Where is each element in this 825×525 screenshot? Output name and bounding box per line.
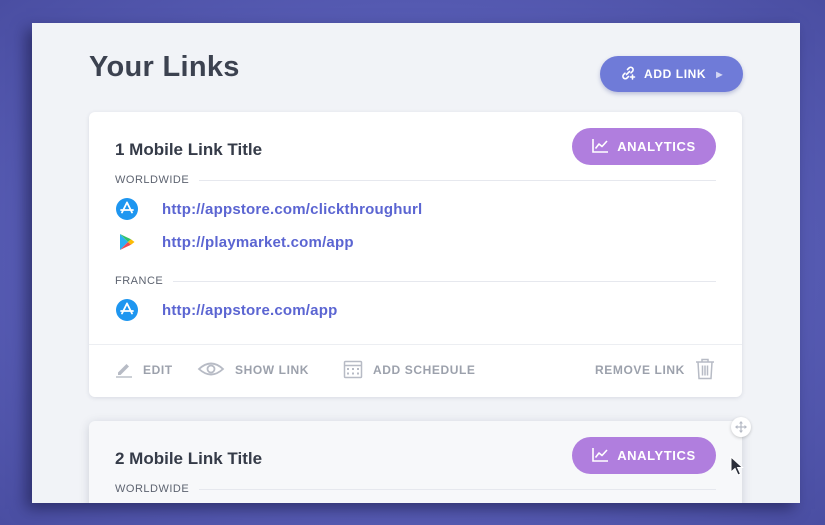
show-link-label: SHOW LINK	[235, 363, 310, 377]
store-link[interactable]: http://playmarket.com/app	[162, 234, 354, 251]
add-link-label: ADD LINK	[644, 67, 707, 81]
analytics-button[interactable]: ANALYTICS	[572, 128, 716, 165]
link-row: http://appstore.com/clickthroughurl	[115, 196, 422, 222]
region-divider	[173, 280, 716, 282]
page-title: Your Links	[89, 51, 240, 83]
region-name: WORLDWIDE	[115, 483, 190, 495]
region-name: WORLDWIDE	[115, 174, 190, 186]
google-play-icon	[115, 230, 139, 254]
add-schedule-button[interactable]: ADD SCHEDULE	[343, 350, 476, 390]
add-schedule-label: ADD SCHEDULE	[373, 363, 476, 377]
chart-icon	[592, 447, 609, 465]
link-row: http://appstore.com/app	[115, 297, 337, 323]
drag-handle-icon[interactable]	[731, 417, 751, 437]
caret-right-icon: ▶	[716, 69, 723, 79]
mouse-cursor-icon	[730, 455, 744, 481]
card-title: 1 Mobile Link Title	[115, 140, 263, 159]
store-link[interactable]: http://appstore.com/app	[162, 302, 337, 319]
add-link-icon	[620, 65, 636, 84]
remove-link-label: REMOVE LINK	[595, 363, 685, 377]
eye-icon	[197, 360, 225, 381]
link-row: http://playmarket.com/app	[115, 229, 354, 255]
card-title: 2 Mobile Link Title	[115, 449, 263, 468]
region-header: WORLDWIDE	[115, 482, 716, 496]
edit-button[interactable]: EDIT	[115, 350, 173, 390]
store-link[interactable]: http://appstore.com/clickthroughurl	[162, 201, 422, 218]
region-divider	[199, 179, 716, 181]
remove-link-button[interactable]: REMOVE LINK	[595, 350, 715, 390]
card-divider	[89, 344, 742, 345]
pencil-icon	[115, 360, 133, 381]
region-header: FRANCE	[115, 274, 716, 288]
region-name: FRANCE	[115, 275, 164, 287]
app-store-icon	[115, 197, 139, 221]
analytics-label: ANALYTICS	[617, 448, 696, 463]
calendar-icon	[343, 359, 363, 382]
link-card: 2 Mobile Link Title ANALYTICS WORLDWIDE	[89, 421, 742, 503]
add-link-button[interactable]: ADD LINK ▶	[600, 56, 743, 92]
app-store-icon	[115, 298, 139, 322]
chart-icon	[592, 138, 609, 156]
edit-label: EDIT	[143, 363, 173, 377]
region-header: WORLDWIDE	[115, 173, 716, 187]
show-link-button[interactable]: SHOW LINK	[197, 350, 309, 390]
link-card: 1 Mobile Link Title ANALYTICS WORLDWIDE	[89, 112, 742, 397]
region-divider	[199, 488, 716, 490]
trash-icon	[695, 358, 715, 383]
analytics-label: ANALYTICS	[617, 139, 696, 154]
analytics-button[interactable]: ANALYTICS	[572, 437, 716, 474]
app-window: Your Links ADD LINK ▶ 1 Mobile Link Titl…	[32, 23, 800, 503]
